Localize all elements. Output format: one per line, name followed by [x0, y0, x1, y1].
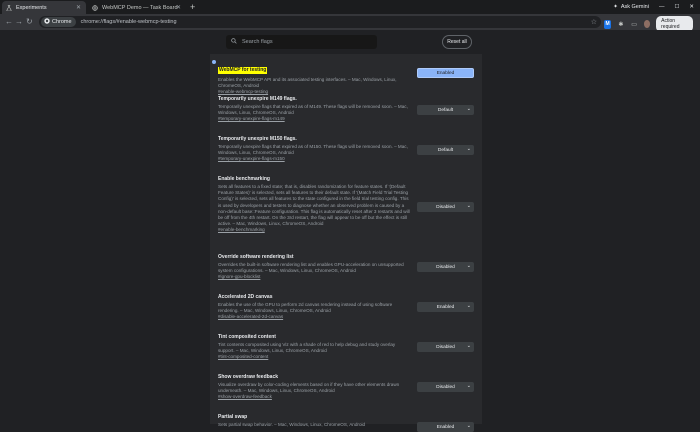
flag-description: Overrides the built-in software renderin… — [218, 262, 404, 274]
flag-select-value: Disabled — [436, 204, 455, 210]
chevron-down-icon: ⌄ — [466, 146, 471, 152]
tab-title: WebMCP Demo — Task Board — [102, 4, 178, 11]
window-controls: ✦ Ask Gemini — ☐ ✕ — [613, 0, 700, 14]
reset-all-button[interactable]: Reset all — [442, 35, 472, 49]
modified-indicator — [212, 60, 216, 64]
flag-item: Show overdraw feedback Visualize overdra… — [218, 374, 474, 401]
flag-description: Visualize overdraw by color-coding eleme… — [218, 382, 400, 394]
flag-item: WebMCP for testing Enables the WebMCP AP… — [212, 58, 474, 96]
chevron-down-icon: ⌄ — [466, 263, 471, 269]
flag-link[interactable]: #temporary-unexpire-flags-m149 — [218, 116, 474, 122]
puzzle-icon[interactable]: ✱ — [617, 20, 624, 29]
avatar[interactable] — [643, 20, 651, 28]
flag-select[interactable]: Disabled ⌄ — [417, 262, 474, 272]
flag-description: Temporarily unexpire flags that expired … — [218, 104, 408, 116]
tab-webmcp-demo[interactable]: WebMCP Demo — Task Board ✕ — [88, 1, 186, 14]
flag-title: Override software rendering list — [218, 254, 294, 260]
flag-select-value: Disabled — [436, 264, 455, 270]
url-text[interactable]: chrome://flags/#enable-webmcp-testing — [81, 19, 177, 25]
flag-item: Accelerated 2D canvas Enables the use of… — [218, 294, 474, 321]
flag-select[interactable]: Default ⌄ — [417, 105, 474, 115]
chrome-icon — [44, 18, 50, 26]
flag-select[interactable]: Disabled ⌄ — [417, 202, 474, 212]
chevron-down-icon: ⌄ — [466, 343, 471, 349]
flag-link[interactable]: #temporary-unexpire-flags-m150 — [218, 156, 474, 162]
flag-link[interactable]: #show-overdraw-feedback — [218, 394, 474, 400]
maximize-icon[interactable]: ☐ — [674, 4, 679, 10]
tab-title: Experiments — [16, 4, 47, 11]
flag-title: Enable benchmarking — [218, 176, 270, 182]
flag-select-value: Disabled — [436, 344, 455, 350]
flag-select-value: Enabled — [436, 70, 455, 76]
chrome-chip-label: Chrome — [52, 19, 72, 25]
close-tab-icon[interactable]: ✕ — [76, 4, 81, 11]
flag-description: Enables the WebMCP API and its associate… — [218, 77, 397, 89]
search-row: Search flags Reset all — [0, 30, 700, 56]
flags-list: WebMCP for testing Enables the WebMCP AP… — [210, 54, 482, 432]
gemini-icon: ✦ — [613, 4, 618, 10]
flag-item: Tint composited content Tint contents co… — [218, 334, 474, 361]
bookmark-star-icon[interactable]: ☆ — [591, 18, 597, 26]
flag-item: Partial swap Sets partial swap behavior.… — [218, 414, 474, 432]
flag-select-value: Enabled — [436, 424, 455, 430]
flag-select[interactable]: Default ⌄ — [417, 145, 474, 155]
flag-item: Enable benchmarking Sets all features to… — [218, 176, 474, 234]
flag-select-value: Default — [437, 147, 454, 153]
flag-item: Override software rendering list Overrid… — [218, 254, 474, 281]
ask-gemini-label: Ask Gemini — [620, 4, 649, 10]
flag-title: Partial swap — [218, 414, 248, 420]
chevron-down-icon: ⌄ — [466, 303, 471, 309]
globe-icon — [92, 4, 98, 11]
flag-link[interactable]: #enable-benchmarking — [218, 227, 474, 233]
flag-link[interactable]: #ignore-gpu-blocklist — [218, 274, 474, 280]
flag-link[interactable]: #tint-composited-content — [218, 354, 474, 360]
flag-title: Temporarily unexpire M149 flags. — [218, 96, 297, 102]
close-window-icon[interactable]: ✕ — [689, 4, 694, 10]
chevron-down-icon: ⌄ — [466, 383, 471, 389]
close-tab-icon[interactable]: ✕ — [176, 4, 181, 11]
chrome-chip[interactable]: Chrome — [41, 17, 76, 27]
flag-description: Tint contents composited using Viz with … — [218, 342, 396, 354]
back-icon[interactable]: ← — [5, 17, 13, 27]
flag-select[interactable]: Disabled ⌄ — [417, 342, 474, 352]
flag-item: Temporarily unexpire M150 flags. Tempora… — [218, 136, 474, 163]
flag-title: Accelerated 2D canvas — [218, 294, 273, 300]
flag-description: Sets all features to a fixed state; that… — [218, 184, 410, 227]
flag-select-value: Default — [437, 107, 454, 113]
flag-title: Tint composited content — [218, 334, 276, 340]
flag-link[interactable]: #enable-webmcp-testing — [218, 89, 474, 95]
search-input[interactable]: Search flags — [242, 39, 273, 45]
flask-icon — [6, 4, 12, 11]
sidepanel-icon[interactable]: ▭ — [630, 20, 637, 29]
flag-item: Temporarily unexpire M149 flags. Tempora… — [218, 96, 474, 123]
flag-title: Temporarily unexpire M150 flags. — [218, 136, 297, 142]
new-tab-button[interactable]: + — [190, 2, 195, 12]
minimize-icon[interactable]: — — [659, 4, 665, 10]
tab-strip: Experiments ✕ WebMCP Demo — Task Board ✕… — [0, 0, 700, 14]
flag-description: Temporarily unexpire flags that expired … — [218, 144, 408, 156]
chevron-down-icon: ⌄ — [466, 106, 471, 112]
address-bar[interactable]: Chrome chrome://flags/#enable-webmcp-tes… — [39, 16, 601, 28]
flag-select[interactable]: Enabled ⌄ — [417, 302, 474, 312]
reload-icon[interactable]: ↻ — [26, 17, 33, 27]
flag-link[interactable]: #disable-accelerated-2d-canvas — [218, 314, 474, 320]
flag-select-value: Disabled — [436, 384, 455, 390]
search-field[interactable]: Search flags — [226, 35, 377, 49]
chevron-down-icon: ⌄ — [466, 203, 471, 209]
tab-experiments[interactable]: Experiments ✕ — [2, 1, 86, 14]
flag-title: Show overdraw feedback — [218, 374, 279, 380]
flag-select-value: Enabled — [436, 304, 455, 310]
ask-gemini-button[interactable]: ✦ Ask Gemini — [613, 4, 649, 10]
flag-description: Enables the use of the GPU to perform 2d… — [218, 302, 393, 314]
forward-icon[interactable]: → — [15, 17, 23, 27]
flag-select[interactable]: Disabled ⌄ — [417, 382, 474, 392]
search-icon — [231, 38, 237, 46]
flag-description: Sets partial swap behavior. – Mac, Windo… — [218, 422, 366, 427]
flag-select[interactable]: Enabled — [417, 68, 474, 78]
flags-page: Search flags Reset all WebMCP for testin… — [0, 30, 700, 432]
flag-title: WebMCP for testing — [218, 67, 268, 74]
toolbar: ← → ↻ Chrome chrome://flags/#enable-webm… — [0, 14, 700, 32]
extension-icon[interactable]: M — [604, 19, 612, 29]
